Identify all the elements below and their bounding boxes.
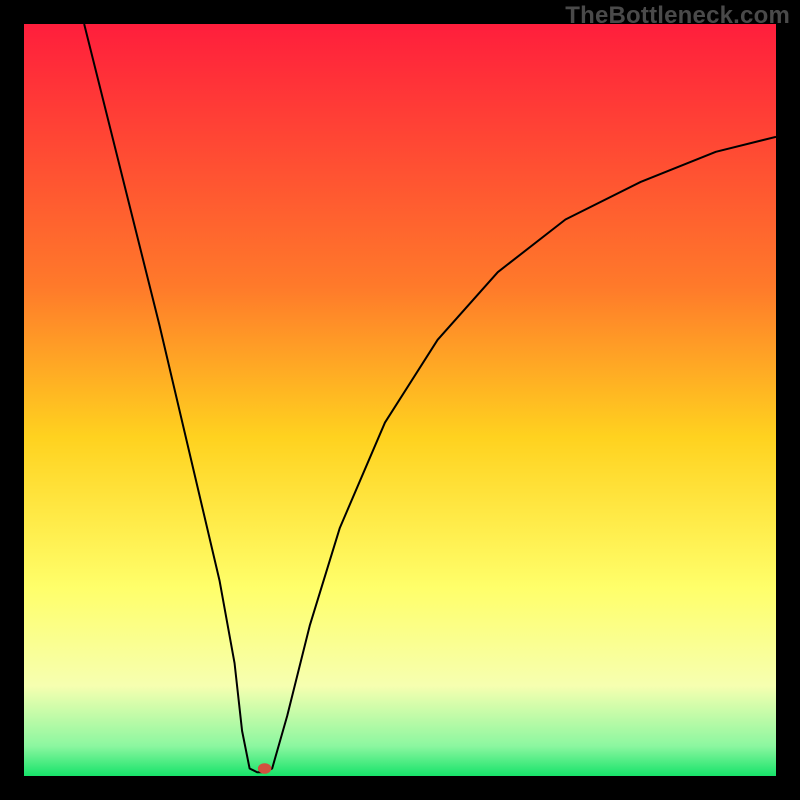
watermark-text: TheBottleneck.com — [565, 2, 790, 30]
bottleneck-chart — [24, 24, 776, 776]
optimal-point-marker — [258, 763, 272, 774]
chart-frame: TheBottleneck.com — [0, 0, 800, 800]
